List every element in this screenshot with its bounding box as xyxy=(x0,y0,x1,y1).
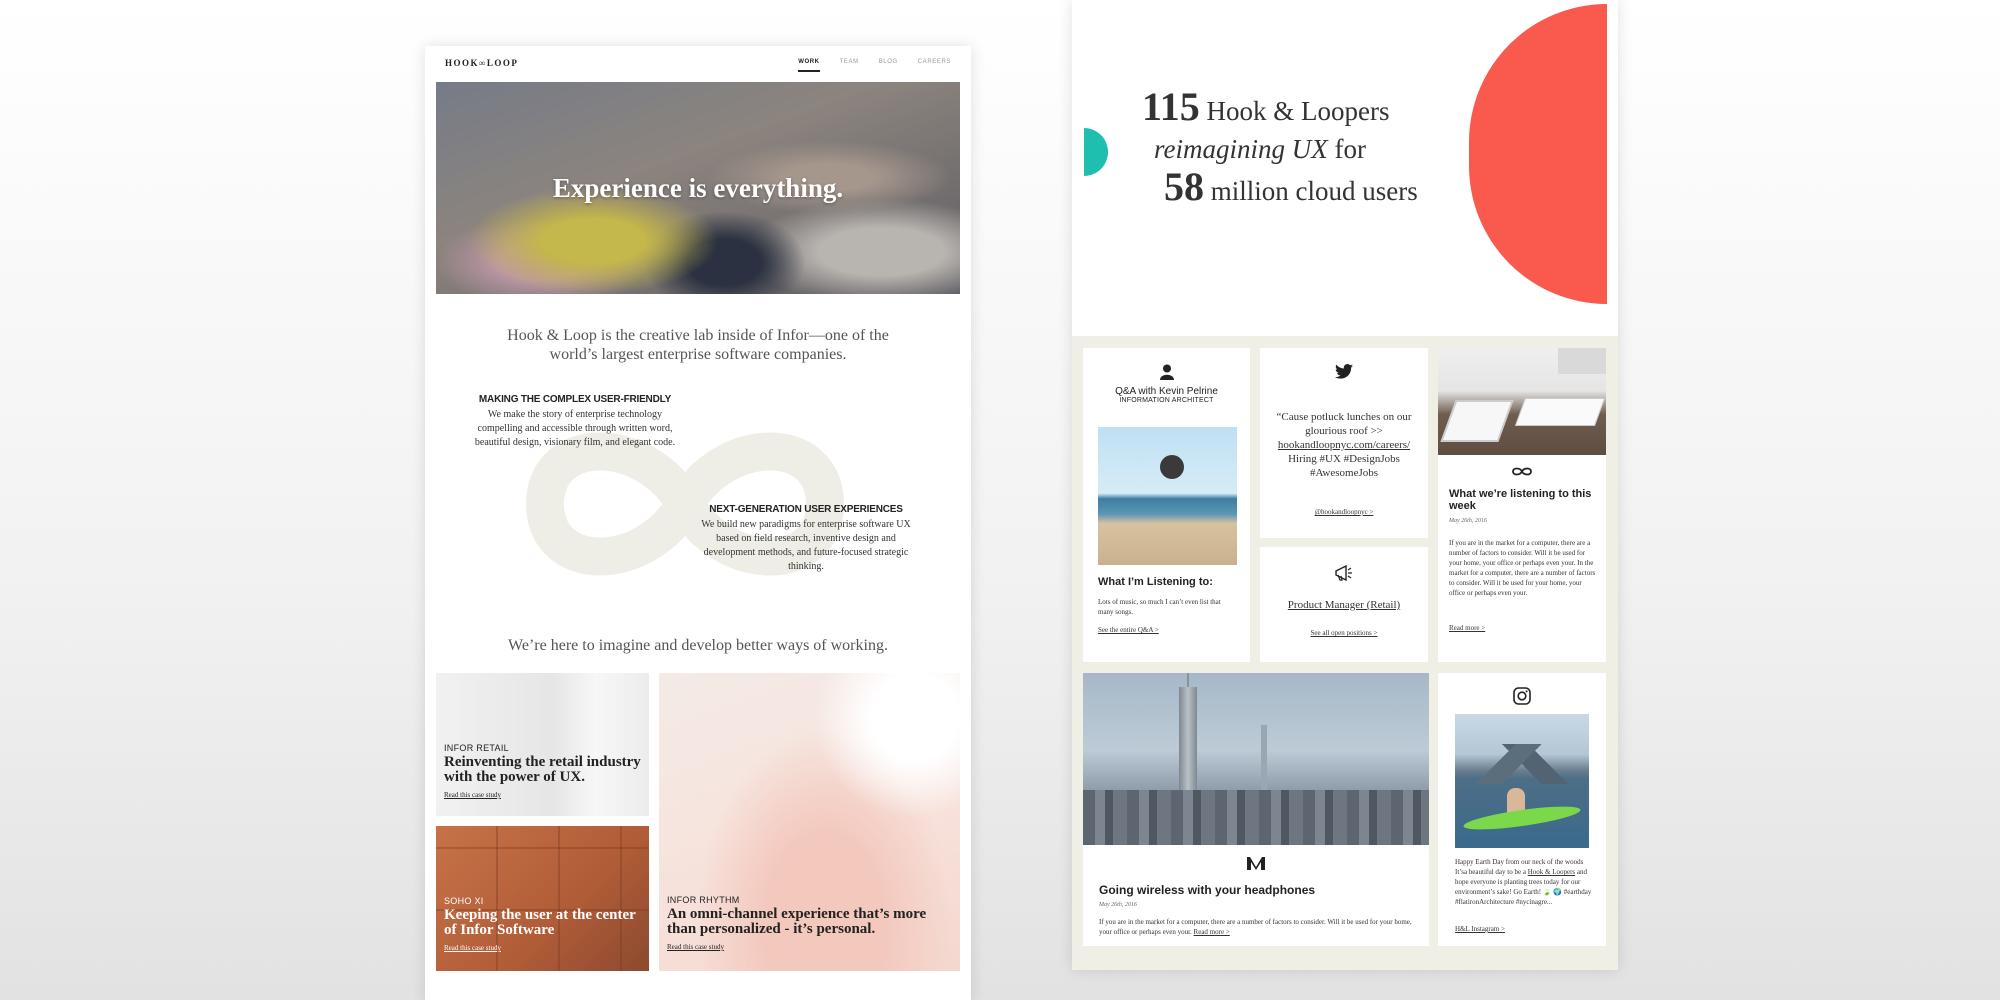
tagline: We’re here to imagine and develop better… xyxy=(508,637,888,654)
wireless-date: May 26th, 2016 xyxy=(1099,902,1137,908)
wireless-body-block: If you are in the market for a computer,… xyxy=(1099,917,1419,937)
twitter-card: “Cause potluck lunches on our glourious … xyxy=(1260,348,1428,538)
nav-blog[interactable]: BLOG xyxy=(879,59,898,72)
megaphone-icon xyxy=(1260,565,1428,581)
case-title: Reinventing the retail industry with the… xyxy=(444,754,641,785)
twitter-handle-link[interactable]: @hookandloopnyc > xyxy=(1260,508,1428,516)
feature-next-gen: NEXT-GENERATION USER EXPERIENCES We buil… xyxy=(701,504,911,574)
medium-icon xyxy=(1246,855,1266,876)
feature-body: We build new paradigms for enterprise so… xyxy=(701,519,911,572)
tweet-url[interactable]: hookandloopnyc.com/careers/ xyxy=(1278,439,1410,451)
qa-link[interactable]: See the entire Q&A > xyxy=(1098,626,1159,634)
case-study-soho[interactable]: SOHO XI Keeping the user at the center o… xyxy=(436,826,649,971)
tweet-prefix: “Cause potluck lunches on our glourious … xyxy=(1276,411,1412,437)
kayak-photo xyxy=(1455,714,1589,848)
stat-label-italic: reimagining UX xyxy=(1154,134,1328,164)
wireless-body: If you are in the market for a computer,… xyxy=(1099,918,1412,936)
case-study-rhythm[interactable]: INFOR RHYTHM An omni-channel experience … xyxy=(659,673,960,971)
case-category: INFOR RHYTHM xyxy=(667,895,740,905)
wireless-card: Going wireless with your headphones May … xyxy=(1083,673,1429,946)
blog-body: If you are in the market for a computer,… xyxy=(1449,539,1596,597)
feature-title: NEXT-GENERATION USER EXPERIENCES xyxy=(709,504,903,515)
wireless-title[interactable]: Going wireless with your headphones xyxy=(1099,883,1315,897)
intro-text: Hook & Loop is the creative lab inside o… xyxy=(507,327,889,363)
instagram-card: Happy Earth Day from our neck of the woo… xyxy=(1438,673,1606,946)
qa-name: Q&A with Kevin Pelrine xyxy=(1115,386,1218,397)
blog-title[interactable]: What we’re listening to this week xyxy=(1449,488,1599,512)
tweet-text: “Cause potluck lunches on our glourious … xyxy=(1270,410,1418,480)
feature-user-friendly: MAKING THE COMPLEX USER-FRIENDLY We make… xyxy=(470,394,680,450)
skateboard-photo xyxy=(1098,427,1237,565)
caption-link[interactable]: Hook & Loopers xyxy=(1528,868,1575,876)
qa-body: Lots of music, so much I can’t even list… xyxy=(1098,598,1221,616)
case-study-retail[interactable]: INFOR RETAIL Reinventing the retail indu… xyxy=(436,673,649,816)
nav-work[interactable]: WORK xyxy=(798,59,820,72)
hero-banner: Experience is everything. xyxy=(436,82,960,294)
job-title[interactable]: Product Manager (Retail) xyxy=(1260,599,1428,611)
case-link[interactable]: Read this case study xyxy=(667,943,952,951)
stat-number-team: 115 xyxy=(1142,84,1200,129)
job-card: Product Manager (Retail) See all open po… xyxy=(1260,547,1428,662)
stat-label: Hook & Loopers xyxy=(1206,96,1390,126)
left-page-mockup: HOOK∞LOOP WORK TEAM BLOG CAREERS Experie… xyxy=(425,46,971,1000)
city-skyline-photo xyxy=(1083,673,1429,845)
coral-half-circle xyxy=(1469,4,1607,304)
logo[interactable]: HOOK∞LOOP xyxy=(445,58,518,68)
feature-body: We make the story of enterprise technolo… xyxy=(474,409,676,448)
nav-careers[interactable]: CAREERS xyxy=(918,59,951,72)
desk-photo xyxy=(1438,348,1606,455)
stat-label: million cloud users xyxy=(1210,176,1418,206)
tweet-suffix: Hiring #UX #DesignJobs #AwesomeJobs xyxy=(1288,453,1400,479)
right-page-mockup: 115 Hook & Loopers reimagining UX for 58… xyxy=(1072,0,1618,970)
open-positions-link[interactable]: See all open positions > xyxy=(1260,629,1428,637)
nav-links: WORK TEAM BLOG CAREERS xyxy=(798,59,951,72)
infinity-icon xyxy=(1438,466,1606,477)
case-title: Keeping the user at the center of Infor … xyxy=(444,907,636,938)
case-category: SOHO XI xyxy=(444,896,484,906)
instagram-icon[interactable] xyxy=(1438,687,1606,705)
blog-date: May 26th, 2016 xyxy=(1449,518,1487,524)
case-category: INFOR RETAIL xyxy=(444,743,509,753)
instagram-link[interactable]: H&L Instagram > xyxy=(1455,925,1505,933)
stat-label: for xyxy=(1334,134,1366,164)
wireless-read-more-link[interactable]: Read more > xyxy=(1194,928,1230,936)
nav-team[interactable]: TEAM xyxy=(840,59,859,72)
stats-banner: 115 Hook & Loopers reimagining UX for 58… xyxy=(1072,0,1618,336)
case-title: An omni-channel experience that’s more t… xyxy=(667,906,927,937)
blog-read-more-link[interactable]: Read more > xyxy=(1449,624,1485,632)
feature-title: MAKING THE COMPLEX USER-FRIENDLY xyxy=(478,394,672,405)
twitter-icon[interactable] xyxy=(1260,364,1428,379)
qa-section-title: What I’m Listening to: xyxy=(1098,576,1213,588)
case-link[interactable]: Read this case study xyxy=(444,944,641,952)
top-nav: HOOK∞LOOP WORK TEAM BLOG CAREERS xyxy=(425,46,971,82)
teal-half-circle xyxy=(1084,128,1108,176)
stats-text: 115 Hook & Loopers reimagining UX for 58… xyxy=(1142,87,1482,210)
qa-card: Q&A with Kevin Pelrine INFORMATION ARCHI… xyxy=(1083,348,1250,662)
instagram-caption: Happy Earth Day from our neck of the woo… xyxy=(1455,857,1595,907)
hero-title: Experience is everything. xyxy=(552,172,844,203)
blog-card: What we’re listening to this week May 26… xyxy=(1438,348,1606,662)
qa-role: INFORMATION ARCHITECT xyxy=(1119,397,1214,404)
case-link[interactable]: Read this case study xyxy=(444,791,641,799)
stat-number-users: 58 xyxy=(1164,164,1204,209)
person-icon xyxy=(1083,364,1250,380)
